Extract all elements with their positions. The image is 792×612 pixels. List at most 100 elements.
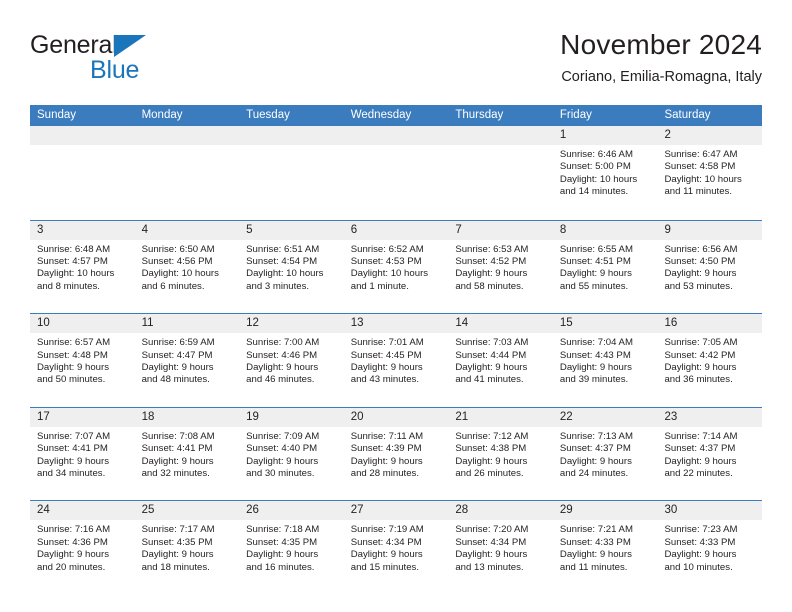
daylight-text-line1: Daylight: 9 hours — [455, 549, 528, 561]
day-cell[interactable]: 3 Sunrise: 6:48 AM Sunset: 4:57 PM Dayli… — [30, 220, 135, 314]
daylight-text-line2: and 30 minutes. — [246, 468, 315, 479]
day-cell[interactable]: 11 Sunrise: 6:59 AM Sunset: 4:47 PM Dayl… — [134, 314, 240, 407]
sunset-text: Sunset: 4:41 PM — [37, 443, 108, 455]
day-cell[interactable]: 8 Sunrise: 6:55 AM Sunset: 4:51 PM Dayli… — [552, 220, 658, 314]
day-cell[interactable]: 30 Sunrise: 7:23 AM Sunset: 4:33 PM Dayl… — [657, 501, 763, 594]
day-number: 30 — [657, 501, 763, 521]
daylight-text-line2: and 11 minutes. — [664, 186, 733, 198]
day-details: Sunrise: 6:46 AM Sunset: 5:00 PM Dayligh… — [553, 145, 658, 199]
day-cell[interactable]: 10 Sunrise: 6:57 AM Sunset: 4:48 PM Dayl… — [30, 314, 135, 407]
day-cell[interactable]: 17 Sunrise: 7:07 AM Sunset: 4:41 PM Dayl… — [30, 407, 135, 501]
day-number: 8 — [552, 220, 658, 240]
day-details: Sunrise: 6:51 AM Sunset: 4:54 PM Dayligh… — [239, 240, 344, 294]
day-cell[interactable]: 9 Sunrise: 6:56 AM Sunset: 4:50 PM Dayli… — [657, 220, 763, 314]
daylight-text-line2: and 32 minutes. — [141, 468, 210, 479]
title-block: November 2024 Coriano, Emilia-Romagna, I… — [560, 28, 762, 88]
sunset-text: Sunset: 4:58 PM — [664, 161, 736, 173]
sunrise-text: Sunrise: 7:03 AM — [455, 337, 529, 349]
day-cell[interactable]: 16 Sunrise: 7:05 AM Sunset: 4:42 PM Dayl… — [657, 314, 763, 407]
sunrise-text: Sunrise: 7:20 AM — [455, 524, 529, 536]
day-details: Sunrise: 7:07 AM Sunset: 4:41 PM Dayligh… — [30, 427, 135, 481]
day-cell[interactable]: 22 Sunrise: 7:13 AM Sunset: 4:37 PM Dayl… — [552, 407, 658, 501]
daylight-text-line1: Daylight: 9 hours — [350, 455, 423, 467]
day-details: Sunrise: 6:50 AM Sunset: 4:56 PM Dayligh… — [135, 240, 240, 294]
day-cell-empty — [448, 126, 553, 220]
location-subtitle: Coriano, Emilia-Romagna, Italy — [561, 69, 762, 85]
sunrise-text: Sunrise: 6:47 AM — [664, 149, 738, 160]
day-details: Sunrise: 6:53 AM Sunset: 4:52 PM Dayligh… — [448, 240, 553, 294]
day-cell-empty — [343, 126, 449, 220]
daylight-text-line1: Daylight: 9 hours — [37, 455, 109, 467]
day-cell[interactable]: 23 Sunrise: 7:14 AM Sunset: 4:37 PM Dayl… — [657, 407, 763, 501]
daylight-text-line2: and 3 minutes. — [246, 280, 310, 292]
daylight-text-line2: and 50 minutes. — [37, 374, 106, 386]
day-number: 19 — [239, 407, 344, 427]
day-details: Sunrise: 7:04 AM Sunset: 4:43 PM Dayligh… — [553, 333, 658, 387]
day-cell[interactable]: 20 Sunrise: 7:11 AM Sunset: 4:39 PM Dayl… — [343, 407, 449, 501]
day-cell[interactable]: 29 Sunrise: 7:21 AM Sunset: 4:33 PM Dayl… — [552, 501, 658, 594]
day-details: Sunrise: 7:08 AM Sunset: 4:41 PM Dayligh… — [135, 427, 240, 481]
sunrise-text: Sunrise: 7:01 AM — [350, 337, 424, 349]
sunset-text: Sunset: 4:50 PM — [664, 256, 736, 267]
day-cell[interactable]: 14 Sunrise: 7:03 AM Sunset: 4:44 PM Dayl… — [448, 314, 553, 407]
daylight-text-line2: and 22 minutes. — [664, 468, 733, 479]
sunrise-text: Sunrise: 7:09 AM — [246, 430, 320, 442]
day-cell[interactable]: 6 Sunrise: 6:52 AM Sunset: 4:53 PM Dayli… — [343, 220, 449, 314]
sunrise-text: Sunrise: 7:07 AM — [37, 430, 111, 442]
day-number — [343, 126, 449, 145]
day-cell[interactable]: 2 Sunrise: 6:47 AM Sunset: 4:58 PM Dayli… — [657, 126, 763, 220]
sunrise-text: Sunrise: 7:11 AM — [350, 430, 424, 442]
day-cell[interactable]: 28 Sunrise: 7:20 AM Sunset: 4:34 PM Dayl… — [448, 501, 553, 594]
daylight-text-line1: Daylight: 9 hours — [664, 455, 737, 467]
daylight-text-line2: and 48 minutes. — [141, 374, 210, 386]
day-cell[interactable]: 4 Sunrise: 6:50 AM Sunset: 4:56 PM Dayli… — [134, 220, 240, 314]
day-cell[interactable]: 1 Sunrise: 6:46 AM Sunset: 5:00 PM Dayli… — [552, 126, 658, 220]
daylight-text-line2: and 6 minutes. — [141, 280, 205, 292]
sunrise-text: Sunrise: 6:59 AM — [141, 337, 215, 349]
day-number: 28 — [448, 501, 553, 521]
daylight-text-line2: and 43 minutes. — [350, 374, 420, 386]
sunrise-text: Sunrise: 7:18 AM — [246, 524, 320, 536]
day-number — [134, 126, 240, 145]
sunset-text: Sunset: 4:45 PM — [350, 349, 422, 361]
day-cell[interactable]: 15 Sunrise: 7:04 AM Sunset: 4:43 PM Dayl… — [552, 314, 658, 407]
day-number: 21 — [448, 407, 553, 427]
daylight-text-line1: Daylight: 9 hours — [455, 268, 528, 280]
sunrise-text: Sunrise: 7:05 AM — [664, 337, 738, 349]
brand-name-blue: Blue — [90, 56, 140, 84]
sunset-text: Sunset: 4:57 PM — [37, 256, 108, 267]
daylight-text-line2: and 53 minutes. — [664, 280, 733, 292]
sunset-text: Sunset: 4:54 PM — [246, 256, 318, 267]
day-number: 2 — [657, 126, 763, 145]
day-cell[interactable]: 21 Sunrise: 7:12 AM Sunset: 4:38 PM Dayl… — [448, 407, 553, 501]
day-details: Sunrise: 7:14 AM Sunset: 4:37 PM Dayligh… — [657, 427, 762, 481]
weekday-header-wednesday: Wednesday — [350, 109, 412, 121]
sunrise-text: Sunrise: 6:50 AM — [141, 243, 215, 255]
daylight-text-line2: and 16 minutes. — [246, 561, 315, 573]
day-cell[interactable]: 26 Sunrise: 7:18 AM Sunset: 4:35 PM Dayl… — [239, 501, 344, 594]
sunrise-text: Sunrise: 6:56 AM — [664, 243, 738, 255]
sunrise-text: Sunrise: 7:00 AM — [246, 337, 320, 349]
daylight-text-line2: and 14 minutes. — [559, 186, 629, 198]
day-cell[interactable]: 7 Sunrise: 6:53 AM Sunset: 4:52 PM Dayli… — [448, 220, 553, 314]
weekday-header-row: Sunday Monday Tuesday Wednesday Thursday… — [30, 105, 762, 126]
sunset-text: Sunset: 4:53 PM — [350, 256, 422, 267]
daylight-text-line1: Daylight: 9 hours — [37, 549, 109, 561]
day-cell[interactable]: 19 Sunrise: 7:09 AM Sunset: 4:40 PM Dayl… — [239, 407, 344, 501]
daylight-text-line1: Daylight: 9 hours — [664, 362, 737, 373]
day-details: Sunrise: 6:47 AM Sunset: 4:58 PM Dayligh… — [657, 145, 762, 199]
daylight-text-line1: Daylight: 9 hours — [37, 362, 109, 373]
daylight-text-line1: Daylight: 10 hours — [246, 268, 324, 280]
day-cell[interactable]: 12 Sunrise: 7:00 AM Sunset: 4:46 PM Dayl… — [239, 314, 344, 407]
day-number: 29 — [552, 501, 658, 521]
day-cell[interactable]: 13 Sunrise: 7:01 AM Sunset: 4:45 PM Dayl… — [343, 314, 449, 407]
day-cell[interactable]: 24 Sunrise: 7:16 AM Sunset: 4:36 PM Dayl… — [30, 501, 135, 594]
brand-logo[interactable]: General Blue — [30, 32, 250, 88]
sunrise-text: Sunrise: 6:46 AM — [559, 149, 633, 160]
day-cell[interactable]: 18 Sunrise: 7:08 AM Sunset: 4:41 PM Dayl… — [134, 407, 240, 501]
day-cell[interactable]: 27 Sunrise: 7:19 AM Sunset: 4:34 PM Dayl… — [343, 501, 449, 594]
day-cell[interactable]: 5 Sunrise: 6:51 AM Sunset: 4:54 PM Dayli… — [239, 220, 344, 314]
daylight-text-line2: and 41 minutes. — [455, 374, 524, 386]
day-cell[interactable]: 25 Sunrise: 7:17 AM Sunset: 4:35 PM Dayl… — [134, 501, 240, 594]
day-number — [30, 126, 135, 145]
